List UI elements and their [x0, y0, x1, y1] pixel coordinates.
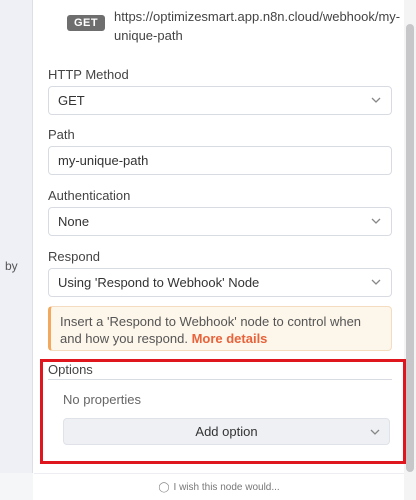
chevron-down-icon: [370, 429, 380, 435]
scrollbar-thumb[interactable]: [406, 24, 414, 472]
authentication-value: None: [58, 214, 90, 229]
http-method-value: GET: [58, 93, 85, 108]
left-panel-footer: [0, 473, 33, 500]
respond-label: Respond: [48, 249, 101, 264]
webhook-url[interactable]: https://optimizesmart.app.n8n.cloud/webh…: [114, 7, 400, 45]
options-divider: [48, 379, 392, 380]
authentication-select[interactable]: None: [48, 207, 392, 236]
chevron-down-icon: [371, 97, 381, 103]
path-input[interactable]: my-unique-path: [48, 146, 392, 175]
left-canvas-panel: [0, 0, 33, 500]
add-option-button[interactable]: Add option: [63, 418, 390, 445]
add-option-label: Add option: [195, 424, 258, 439]
options-highlight-box: [40, 359, 406, 464]
authentication-label: Authentication: [48, 188, 131, 203]
feedback-footer[interactable]: ◯ I wish this node would...: [34, 473, 404, 500]
respond-notice: Insert a 'Respond to Webhook' node to co…: [48, 306, 392, 351]
path-label: Path: [48, 127, 75, 142]
http-method-select[interactable]: GET: [48, 86, 392, 115]
lightbulb-icon: ◯: [158, 482, 170, 493]
feedback-text[interactable]: I wish this node would...: [174, 482, 280, 493]
method-badge: GET: [67, 15, 106, 31]
chevron-down-icon: [371, 218, 381, 224]
chevron-down-icon: [371, 279, 381, 285]
options-title: Options: [48, 362, 93, 377]
respond-select[interactable]: Using 'Respond to Webhook' Node: [48, 268, 392, 297]
path-value: my-unique-path: [58, 153, 149, 168]
respond-value: Using 'Respond to Webhook' Node: [58, 275, 260, 290]
more-details-link[interactable]: More details: [192, 331, 268, 346]
no-properties-text: No properties: [63, 392, 142, 407]
http-method-label: HTTP Method: [48, 67, 129, 82]
left-panel-text: by: [5, 259, 18, 273]
